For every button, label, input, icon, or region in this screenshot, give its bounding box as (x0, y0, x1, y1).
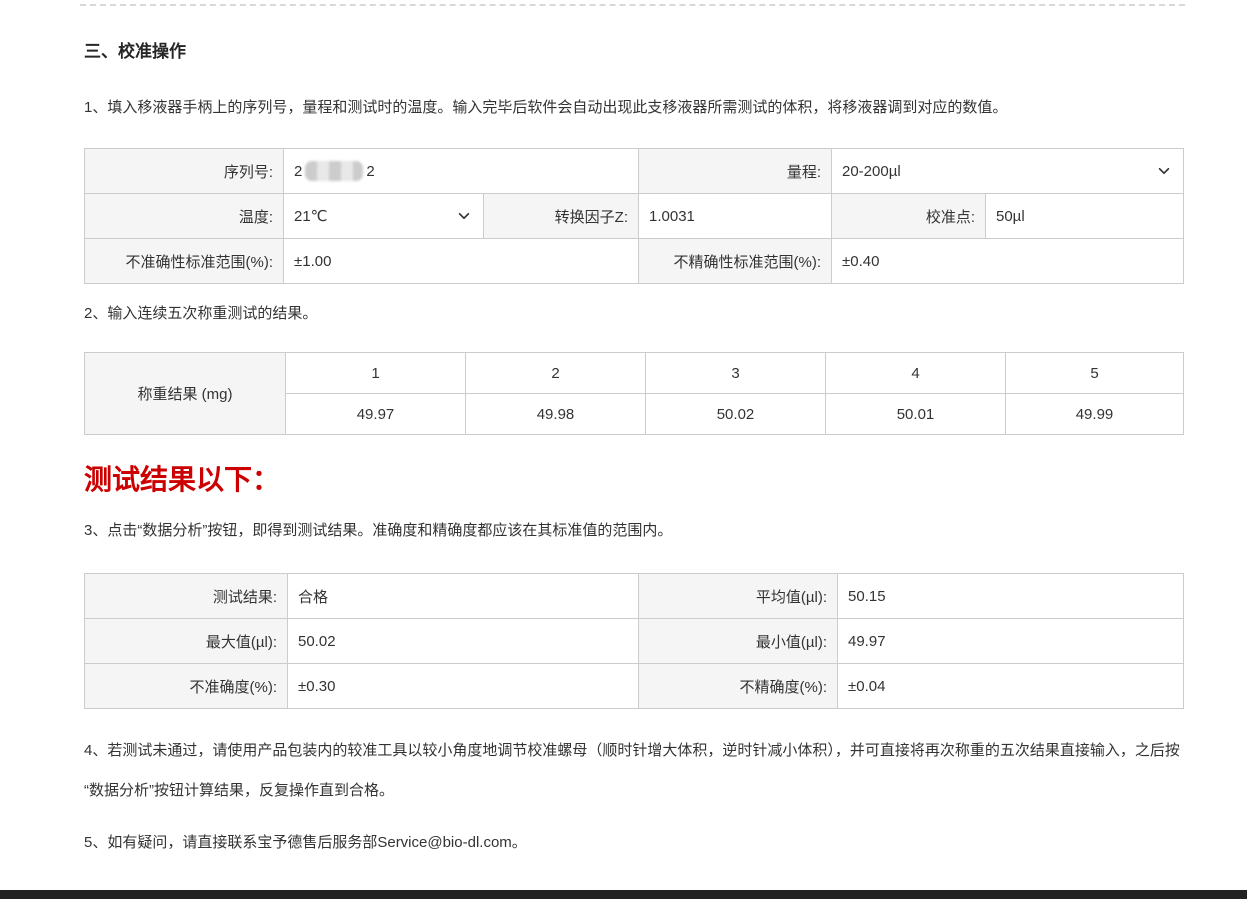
chevron-down-icon (457, 209, 471, 223)
weighing-col-header-4: 4 (826, 353, 1006, 394)
test-result-value: 合格 (288, 574, 639, 619)
inaccuracy-standard-label: 不准确性标准范围(%): (85, 239, 284, 284)
weighing-results-table: 称重结果 (mg) 1 2 3 4 5 49.97 49.98 50.02 50… (84, 352, 1184, 435)
step-4-text: 4、若测试未通过，请使用产品包装内的较准工具以较小角度地调节校准螺母（顺时针增大… (84, 731, 1183, 811)
weighing-col-header-3: 3 (646, 353, 826, 394)
max-label: 最大值(µl): (85, 619, 288, 664)
inaccuracy-standard-value: ±1.00 (284, 239, 639, 284)
max-value: 50.02 (288, 619, 639, 664)
step-2-text: 2、输入连续五次称重测试的结果。 (84, 294, 1183, 334)
range-label: 量程: (639, 149, 832, 194)
weighing-value-5[interactable]: 49.99 (1006, 394, 1184, 435)
range-select[interactable]: 20-200µl (832, 149, 1184, 194)
test-results-heading: 测试结果以下： (84, 461, 1183, 499)
top-dashed-divider (80, 4, 1185, 6)
inaccuracy-result-value: ±0.30 (288, 664, 639, 709)
temperature-selected-value: 21℃ (294, 208, 328, 225)
serial-number-label: 序列号: (85, 149, 284, 194)
weighing-value-2[interactable]: 49.98 (466, 394, 646, 435)
serial-prefix: 2 (294, 163, 302, 180)
min-label: 最小值(µl): (639, 619, 838, 664)
weighing-col-header-2: 2 (466, 353, 646, 394)
serial-suffix: 2 (366, 163, 374, 180)
mean-value: 50.15 (838, 574, 1184, 619)
test-result-label: 测试结果: (85, 574, 288, 619)
test-results-table: 测试结果: 合格 平均值(µl): 50.15 最大值(µl): 50.02 最… (84, 573, 1184, 709)
serial-number-field[interactable]: 22 (284, 149, 639, 194)
step-1-text: 1、填入移液器手柄上的序列号，量程和测试时的温度。输入完毕后软件会自动出现此支移… (84, 88, 1183, 128)
inaccuracy-result-label: 不准确度(%): (85, 664, 288, 709)
mean-label: 平均值(µl): (639, 574, 838, 619)
weighing-results-row-label: 称重结果 (mg) (85, 353, 286, 435)
weighing-col-header-1: 1 (286, 353, 466, 394)
imprecision-standard-value: ±0.40 (832, 239, 1184, 284)
calibration-form-table: 序列号: 22 量程: 20-200µl 温度: 21℃ 转换因子Z: 1.00… (84, 148, 1184, 284)
chevron-down-icon (1157, 164, 1171, 178)
imprecision-result-label: 不精确度(%): (639, 664, 838, 709)
redacted-serial-blur (305, 161, 363, 181)
calibration-point-value: 50µl (986, 194, 1184, 239)
step-5-text: 5、如有疑问，请直接联系宝予德售后服务部Service@bio-dl.com。 (84, 823, 1183, 863)
imprecision-standard-label: 不精确性标准范围(%): (639, 239, 832, 284)
section-title: 三、校准操作 (84, 40, 1183, 64)
weighing-value-3[interactable]: 50.02 (646, 394, 826, 435)
min-value: 49.97 (838, 619, 1184, 664)
weighing-value-4[interactable]: 50.01 (826, 394, 1006, 435)
step-3-text: 3、点击“数据分析”按钮，即得到测试结果。准确度和精确度都应该在其标准值的范围内… (84, 511, 1183, 551)
z-factor-label: 转换因子Z: (484, 194, 639, 239)
range-selected-value: 20-200µl (842, 163, 901, 180)
weighing-value-1[interactable]: 49.97 (286, 394, 466, 435)
calibration-point-label: 校准点: (832, 194, 986, 239)
z-factor-value: 1.0031 (639, 194, 832, 239)
imprecision-result-value: ±0.04 (838, 664, 1184, 709)
temperature-label: 温度: (85, 194, 284, 239)
weighing-col-header-5: 5 (1006, 353, 1184, 394)
document-body: 三、校准操作 1、填入移液器手柄上的序列号，量程和测试时的温度。输入完毕后软件会… (0, 40, 1247, 863)
temperature-select[interactable]: 21℃ (284, 194, 484, 239)
